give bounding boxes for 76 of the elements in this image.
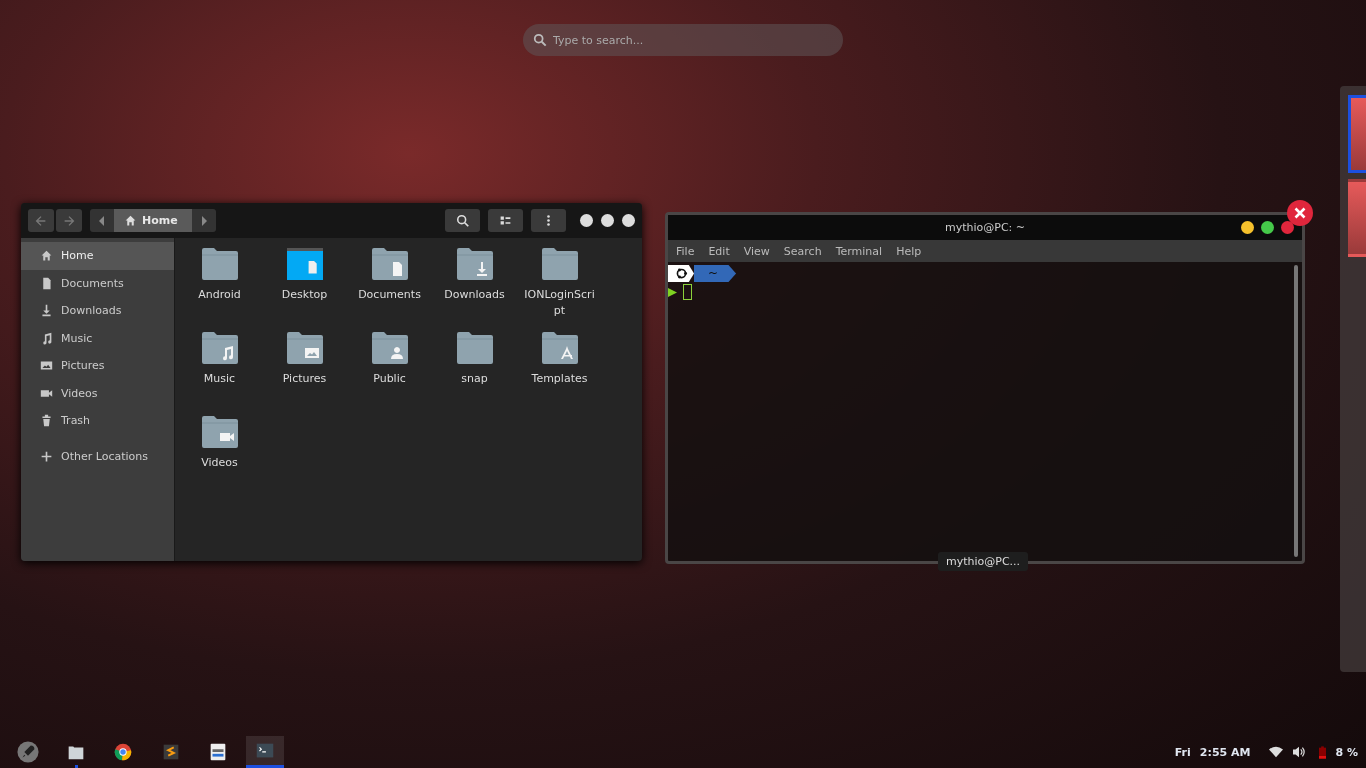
- minimize-button[interactable]: [1241, 221, 1254, 234]
- folder-icon: [200, 331, 239, 365]
- menu-item[interactable]: File: [676, 244, 695, 258]
- folder-icon: [540, 331, 579, 365]
- sidebar-item[interactable]: Pictures: [21, 352, 174, 380]
- prompt-directory: ~: [694, 265, 737, 282]
- music-icon: [40, 331, 53, 345]
- clock-label[interactable]: 2:55 AM: [1199, 745, 1251, 759]
- list-view-icon: [499, 214, 512, 227]
- folder-item[interactable]: Public: [347, 331, 432, 415]
- sidebar-item[interactable]: Videos: [21, 379, 174, 407]
- folder-icon: [285, 247, 324, 281]
- folder-icon: [200, 415, 239, 449]
- volume-icon[interactable]: [1292, 746, 1307, 758]
- menu-item[interactable]: View: [743, 244, 770, 258]
- folder-item[interactable]: Videos: [177, 415, 262, 499]
- wifi-icon[interactable]: [1269, 746, 1284, 758]
- add-icon: [40, 449, 53, 463]
- folder-icon: [455, 331, 494, 365]
- terminal-dock-item[interactable]: [245, 736, 284, 768]
- folder-icon: [455, 247, 494, 281]
- folder-item[interactable]: Documents: [347, 247, 432, 331]
- download-icon: [40, 304, 53, 318]
- folder-item[interactable]: IONLoginScript: [517, 247, 602, 331]
- sidebar-item[interactable]: Documents: [21, 269, 174, 297]
- pictures-icon: [40, 359, 53, 373]
- folder-item[interactable]: Music: [177, 331, 262, 415]
- battery-percentage: 8 %: [1335, 745, 1358, 759]
- text-cursor: [683, 284, 692, 300]
- folder-item[interactable]: snap: [432, 331, 517, 415]
- prompt-arrow-icon: [668, 287, 677, 297]
- home-icon: [124, 214, 137, 227]
- trash-icon: [40, 414, 53, 428]
- close-icon[interactable]: [1287, 200, 1313, 226]
- folder-item[interactable]: Templates: [517, 331, 602, 415]
- sidebar-item[interactable]: Trash: [21, 407, 174, 435]
- sidebar-item[interactable]: Music: [21, 324, 174, 352]
- day-label: Fri: [1174, 745, 1191, 759]
- search-icon: [533, 33, 547, 47]
- folder-icon: [285, 331, 324, 365]
- folder-item[interactable]: Pictures: [262, 331, 347, 415]
- sidebar-item[interactable]: Downloads: [21, 297, 174, 325]
- scroll-right-icon[interactable]: [200, 215, 207, 226]
- home-icon: [40, 249, 53, 263]
- folder-icon: [370, 331, 409, 365]
- maximize-button[interactable]: [1261, 221, 1274, 234]
- search-field[interactable]: Type to search...: [523, 24, 843, 56]
- path-button[interactable]: Home: [114, 209, 192, 232]
- view-list-button[interactable]: [488, 209, 523, 232]
- search-button[interactable]: [445, 209, 480, 232]
- folder-icon: [540, 247, 579, 281]
- menu-item[interactable]: Search: [783, 244, 822, 258]
- folder-item[interactable]: Downloads: [432, 247, 517, 331]
- search-icon: [455, 213, 470, 228]
- window-tooltip: mythio@PC...: [938, 552, 1029, 571]
- menu-item[interactable]: Terminal: [835, 244, 883, 258]
- close-button[interactable]: [622, 214, 635, 227]
- left-arrow-icon: [34, 213, 48, 228]
- browser-icon: [112, 741, 134, 763]
- folder-icon: [200, 247, 239, 281]
- menu-item[interactable]: Edit: [708, 244, 730, 258]
- window-title: mythio@PC: ~: [945, 221, 1025, 234]
- minimize-button[interactable]: [580, 214, 593, 227]
- menu-item[interactable]: Help: [896, 244, 922, 258]
- battery-icon[interactable]: [1319, 745, 1327, 759]
- document-icon: [40, 276, 53, 290]
- scroll-left-icon[interactable]: [99, 215, 105, 226]
- sidebar-item[interactable]: Home: [21, 242, 174, 270]
- scrollbar[interactable]: [1294, 265, 1298, 557]
- folder-icon: [370, 247, 409, 281]
- folder-item[interactable]: Desktop: [262, 247, 347, 331]
- maximize-button[interactable]: [601, 214, 614, 227]
- sidebar-item[interactable]: Other Locations: [21, 442, 174, 470]
- folder-item[interactable]: Android: [177, 247, 262, 331]
- right-arrow-icon: [62, 213, 76, 228]
- circle-logo-icon: [674, 267, 688, 280]
